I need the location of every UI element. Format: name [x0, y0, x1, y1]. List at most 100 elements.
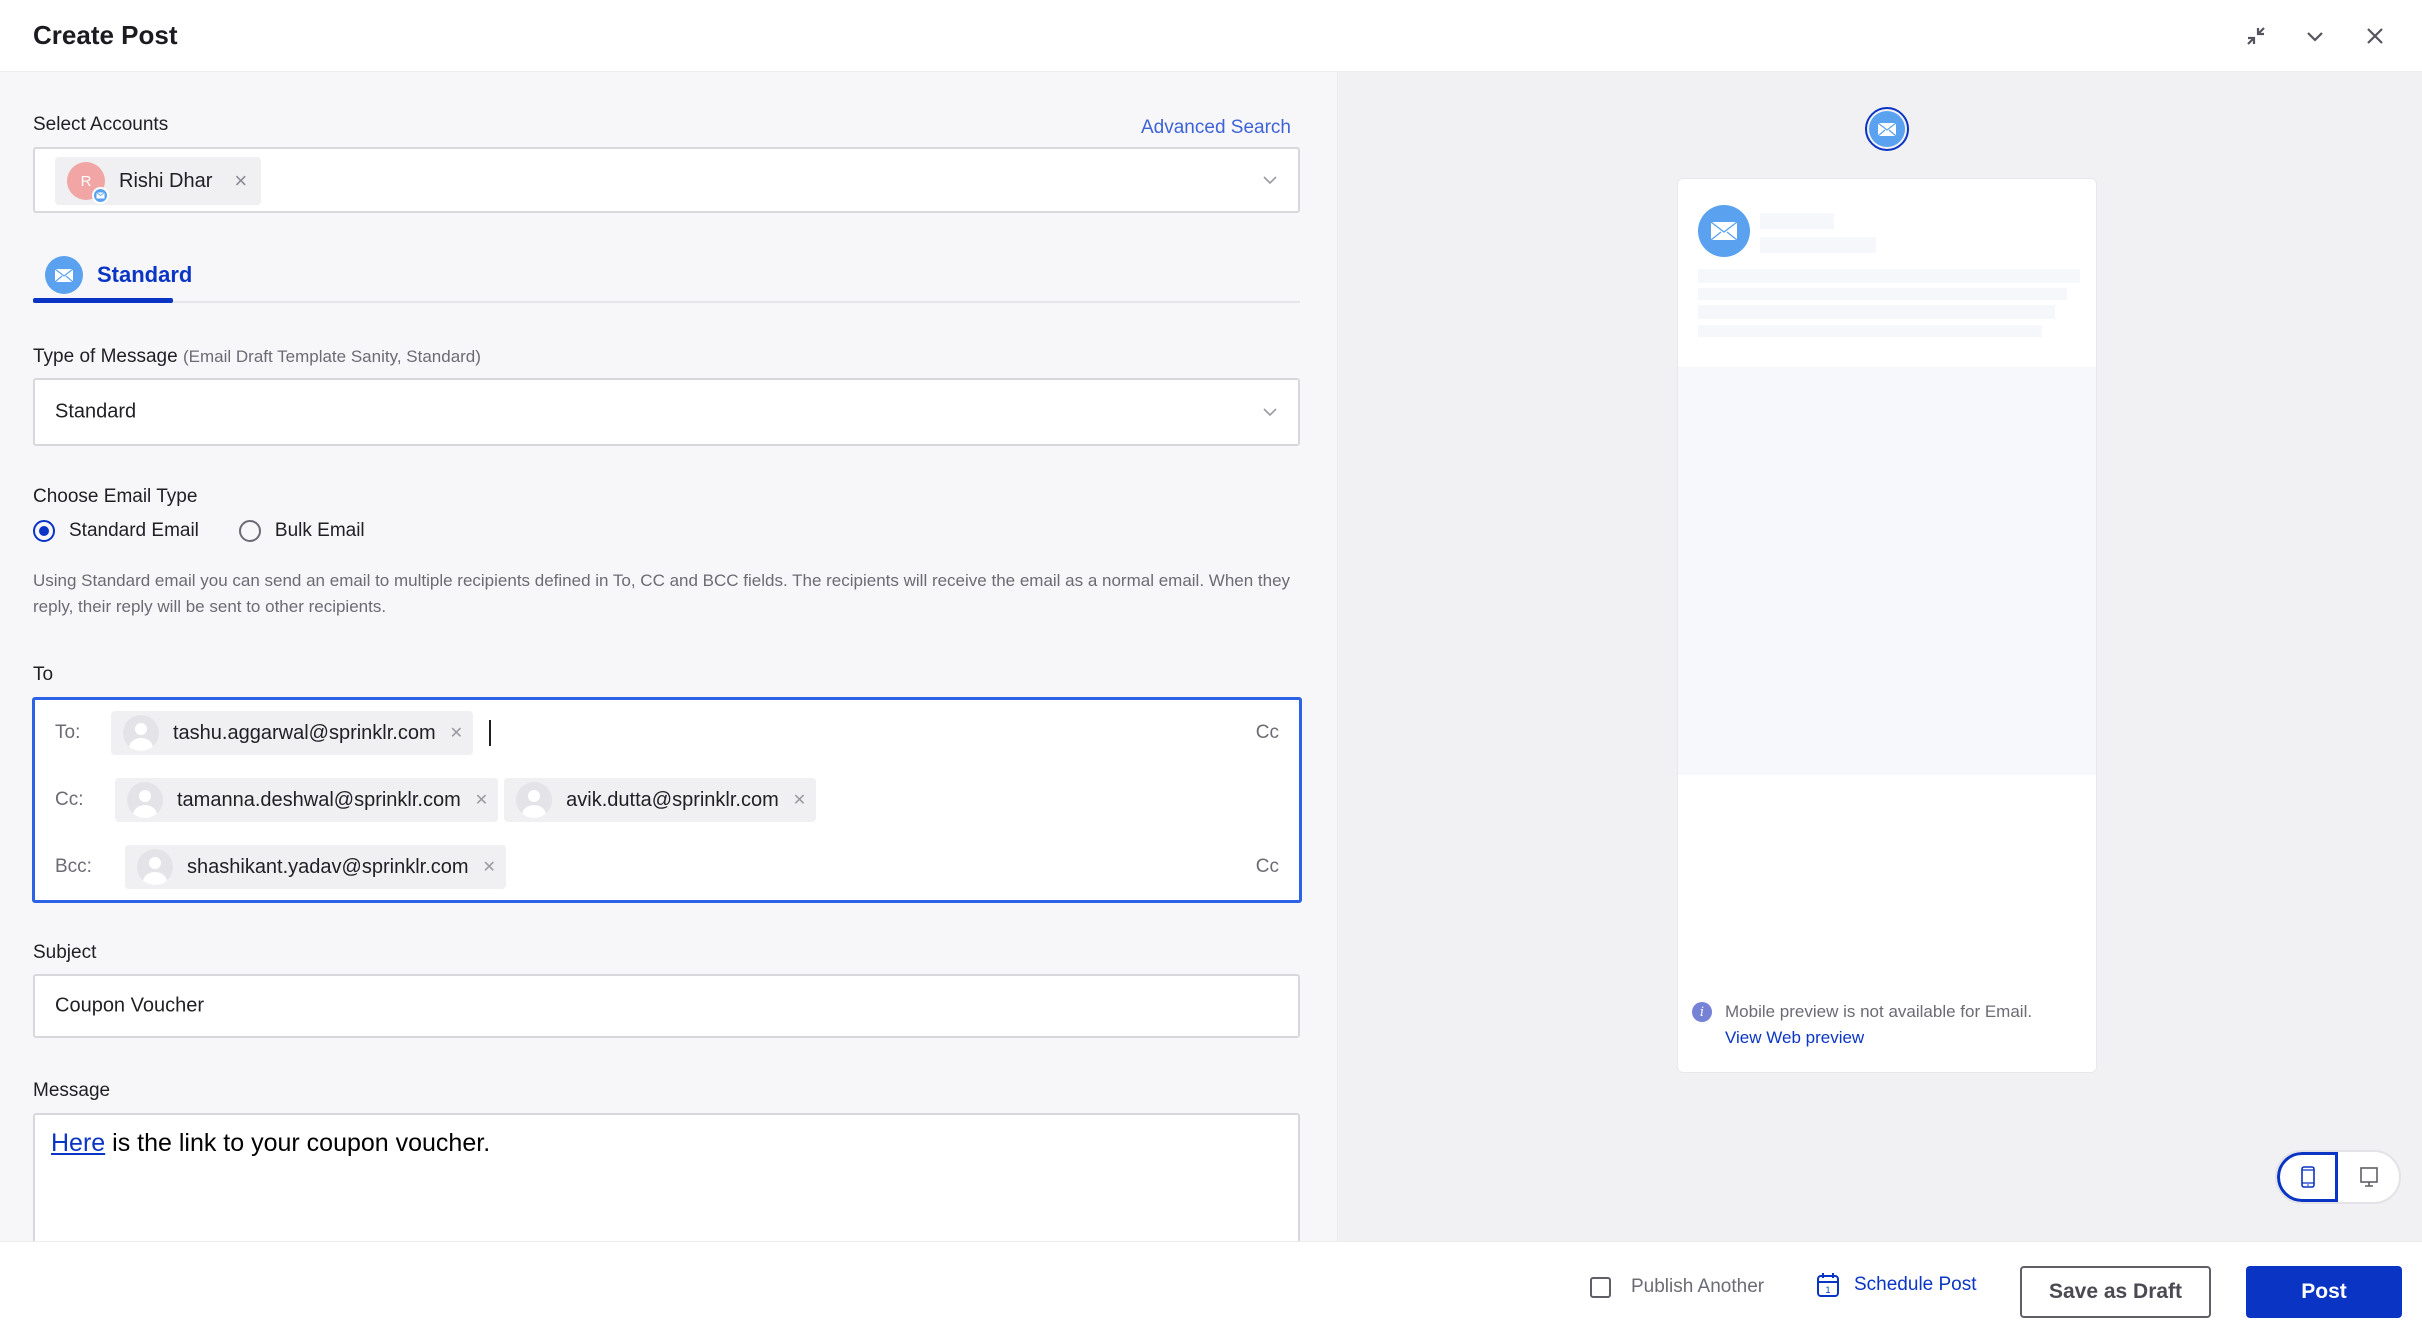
radio-unselected-icon [238, 520, 261, 542]
mobile-preview-button[interactable] [2277, 1152, 2339, 1202]
account-name: Rishi Dhar [119, 169, 213, 192]
message-type-select[interactable]: Standard [33, 378, 1300, 446]
user-avatar-icon [137, 849, 173, 885]
page-title: Create Post [33, 20, 178, 50]
message-label: Message [33, 1080, 111, 1101]
user-avatar-icon [127, 782, 163, 818]
recipient-chip: avik.dutta@sprinklr.com ✕ [504, 778, 817, 822]
calendar-icon: 1 [1817, 1273, 1839, 1297]
account-chip: R Rishi Dhar × [55, 157, 262, 205]
message-link[interactable]: Here [51, 1129, 105, 1157]
remove-recipient-icon[interactable]: ✕ [450, 723, 463, 743]
skeleton-line [1698, 269, 2080, 283]
message-type-label: Type of Message (Email Draft Template Sa… [33, 346, 481, 368]
footer-bar: Publish Another 1 Schedule Post Save as … [0, 1241, 2422, 1334]
preview-card: i Mobile preview is not available for Em… [1677, 178, 2097, 1073]
email-icon [1869, 111, 1905, 147]
skeleton-line [1698, 288, 2067, 300]
view-web-preview-link[interactable]: View Web preview [1725, 1025, 2032, 1051]
post-button[interactable]: Post [2246, 1266, 2402, 1318]
skeleton-line [1698, 305, 2055, 319]
recipient-email: avik.dutta@sprinklr.com [566, 788, 779, 811]
avatar-initial: R [80, 172, 92, 190]
cc-label: Cc: [55, 789, 84, 810]
email-type-description: Using Standard email you can send an ema… [33, 571, 1291, 616]
recipients-label: To [33, 664, 54, 685]
message-body: Here is the link to your coupon voucher. [51, 1129, 490, 1158]
select-accounts-label: Select Accounts [33, 114, 169, 135]
radio-standard-email[interactable]: Standard Email [33, 520, 199, 542]
schedule-post-button[interactable]: 1 Schedule Post [1816, 1272, 1977, 1298]
text-cursor [489, 720, 492, 746]
radio-bulk-email[interactable]: Bulk Email [238, 520, 365, 542]
preview-note-message: Mobile preview is not available for Emai… [1725, 1002, 2033, 1021]
subject-value: Coupon Voucher [55, 994, 205, 1017]
bcc-row: Bcc: shashikant.yadav@sprinklr.com ✕ Cc [35, 844, 1299, 890]
checkbox-icon [1590, 1276, 1611, 1298]
recipient-chip: shashikant.yadav@sprinklr.com ✕ [125, 845, 506, 889]
collapse-icon [2247, 27, 2265, 45]
cc-row: Cc: tamanna.deshwal@sprinklr.com ✕ avik.… [35, 777, 1299, 823]
radio-label: Bulk Email [274, 520, 365, 541]
chevron-down-icon[interactable] [1262, 175, 1278, 185]
to-row: To: tashu.aggarwal@sprinklr.com ✕ Cc [35, 710, 1299, 756]
radio-selected-icon [33, 520, 55, 542]
remove-recipient-icon[interactable]: ✕ [793, 790, 806, 810]
collapse-button[interactable] [2240, 20, 2272, 52]
subject-label: Subject [33, 942, 97, 963]
info-icon: i [1692, 1002, 1712, 1022]
recipients-field[interactable]: To: tashu.aggarwal@sprinklr.com ✕ Cc Cc:… [32, 697, 1302, 903]
remove-recipient-icon[interactable]: ✕ [475, 790, 488, 810]
user-avatar-icon [516, 782, 553, 818]
bcc-toggle[interactable]: Cc [1256, 856, 1279, 878]
preview-panel: i Mobile preview is not available for Em… [1338, 72, 2422, 1241]
close-button[interactable] [2359, 20, 2391, 52]
email-icon [1698, 205, 1750, 257]
close-icon [2367, 28, 2383, 44]
preview-note-text: Mobile preview is not available for Emai… [1725, 999, 2032, 1051]
preview-note: i Mobile preview is not available for Em… [1692, 999, 2032, 1051]
save-draft-button[interactable]: Save as Draft [2020, 1266, 2211, 1318]
message-type-value: Standard [55, 400, 137, 423]
modal-header: Create Post [0, 0, 2422, 72]
recipient-email: tamanna.deshwal@sprinklr.com [177, 788, 461, 811]
skeleton-line [1760, 213, 1834, 229]
desktop-preview-button[interactable] [2338, 1152, 2399, 1202]
user-avatar-icon [123, 715, 159, 751]
chevron-down-icon [1263, 408, 1277, 417]
recipient-email: shashikant.yadav@sprinklr.com [187, 855, 469, 878]
skeleton-line [1698, 325, 2042, 337]
minimize-button[interactable] [2299, 20, 2331, 52]
tab-label: Standard [97, 262, 193, 287]
remove-recipient-icon[interactable]: ✕ [483, 857, 496, 877]
email-type-label: Choose Email Type [33, 486, 198, 507]
device-toggle [2275, 1150, 2401, 1204]
remove-account-icon[interactable]: × [234, 170, 247, 192]
publish-another-label: Publish Another [1631, 1276, 1765, 1297]
advanced-search-link[interactable]: Advanced Search [1141, 117, 1291, 139]
accounts-select[interactable]: R Rishi Dhar × [33, 147, 1300, 213]
message-editor[interactable]: Here is the link to your coupon voucher. [33, 1113, 1300, 1241]
desktop-icon [2359, 1167, 2378, 1187]
tab-standard[interactable]: Standard [33, 248, 192, 302]
mobile-icon [2300, 1166, 2315, 1188]
to-label: To: [55, 722, 81, 743]
calendar-day: 1 [1825, 1285, 1830, 1295]
radio-label: Standard Email [69, 520, 199, 541]
schedule-post-label: Schedule Post [1854, 1274, 1977, 1295]
preview-media-placeholder [1678, 367, 2096, 775]
tab-divider [33, 301, 1300, 303]
email-channel-badge-icon [92, 187, 109, 204]
recipient-chip: tashu.aggarwal@sprinklr.com ✕ [111, 711, 474, 755]
subject-input[interactable]: Coupon Voucher [33, 974, 1300, 1038]
preview-channel-selector[interactable] [1865, 107, 1909, 151]
message-type-sublabel: (Email Draft Template Sanity, Standard) [182, 347, 481, 366]
post-form-panel: Select Accounts Advanced Search R Rishi … [0, 72, 1338, 1241]
avatar: R [67, 162, 109, 204]
recipient-email: tashu.aggarwal@sprinklr.com [173, 721, 436, 744]
recipient-chip: tamanna.deshwal@sprinklr.com ✕ [115, 778, 499, 822]
publish-another-checkbox[interactable]: Publish Another [1590, 1276, 1764, 1298]
email-type-radio-group: Standard Email Bulk Email [33, 520, 405, 542]
cc-toggle[interactable]: Cc [1256, 722, 1279, 744]
message-type-label-text: Type of Message [33, 346, 178, 367]
